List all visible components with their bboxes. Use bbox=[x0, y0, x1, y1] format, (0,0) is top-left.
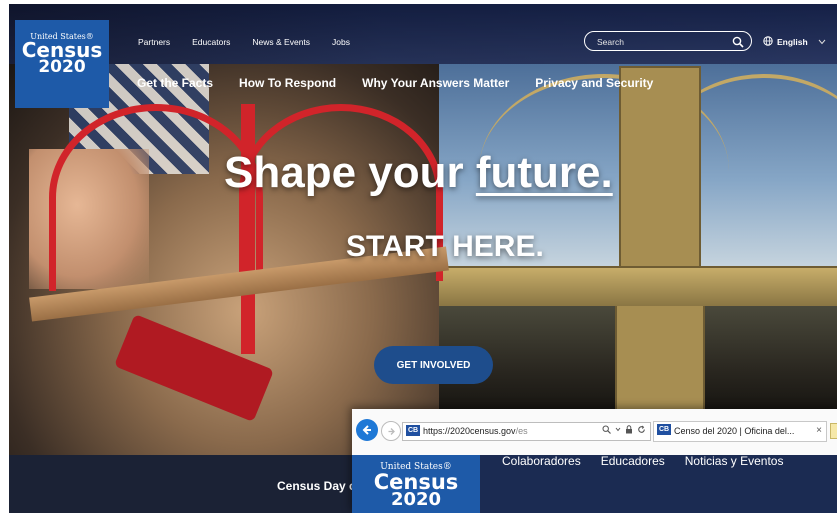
tab-favicon: CB bbox=[657, 424, 671, 435]
utility-link-partners[interactable]: Partners bbox=[138, 37, 170, 47]
utility-nav: Partners Educators News & Events Jobs bbox=[138, 37, 350, 47]
nav-how-to-respond[interactable]: How To Respond bbox=[239, 76, 336, 90]
site-favicon: CB bbox=[406, 425, 420, 436]
browser-toolbar: CB https://2020census.gov/es CB Censo de… bbox=[352, 409, 837, 456]
census-logo[interactable]: United States® Census 2020 bbox=[15, 20, 109, 108]
get-involved-button[interactable]: GET INVOLVED bbox=[374, 346, 493, 384]
bridge-deck bbox=[439, 266, 837, 306]
toy-bridge-tower bbox=[241, 104, 255, 354]
address-bar[interactable]: CB https://2020census.gov/es bbox=[402, 422, 651, 441]
chevron-down-icon bbox=[818, 37, 826, 47]
refresh-icon[interactable] bbox=[637, 425, 646, 436]
browser-tab[interactable]: CB Censo del 2020 | Oficina del... × bbox=[653, 421, 827, 442]
screenshot-stage: United States® Census 2020 Partners Educ… bbox=[0, 0, 837, 513]
globe-icon bbox=[763, 36, 773, 48]
back-arrow-icon bbox=[362, 425, 371, 435]
language-selector[interactable]: English bbox=[763, 36, 826, 48]
nav-why-answers-matter[interactable]: Why Your Answers Matter bbox=[362, 76, 509, 90]
search-box[interactable] bbox=[584, 31, 752, 51]
utility-link-educators[interactable]: Educators bbox=[192, 37, 230, 47]
headline-prefix: Shape your bbox=[224, 148, 464, 197]
headline-emphasis: future. bbox=[475, 148, 613, 197]
census-day-text: Census Day co bbox=[277, 479, 364, 493]
bridge-tower bbox=[619, 66, 701, 270]
chevron-down-icon[interactable] bbox=[615, 425, 621, 436]
search-icon[interactable] bbox=[602, 425, 611, 436]
nav-colaboradores[interactable]: Colaboradores bbox=[502, 454, 581, 468]
utility-link-jobs[interactable]: Jobs bbox=[332, 37, 350, 47]
hero-subheadline: START HERE. bbox=[346, 230, 544, 263]
census-logo-es[interactable]: United States® Census 2020 bbox=[352, 455, 480, 513]
address-host: https://2020census.gov bbox=[423, 426, 516, 436]
back-button[interactable] bbox=[356, 419, 378, 441]
address-url[interactable]: https://2020census.gov/es bbox=[423, 426, 528, 436]
address-path: /es bbox=[515, 426, 528, 436]
nav-get-the-facts[interactable]: Get the Facts bbox=[137, 76, 213, 90]
tab-title: Censo del 2020 | Oficina del... bbox=[674, 426, 795, 436]
close-icon[interactable]: × bbox=[816, 425, 822, 436]
hero-headline: Shape your future. bbox=[224, 148, 613, 198]
browser-window: CB https://2020census.gov/es CB Censo de… bbox=[352, 409, 837, 513]
search-input[interactable] bbox=[595, 34, 729, 50]
nav-noticias-eventos[interactable]: Noticias y Eventos bbox=[685, 454, 784, 468]
utility-link-news-events[interactable]: News & Events bbox=[252, 37, 310, 47]
bridge-tower bbox=[615, 304, 705, 418]
nav-privacy-security[interactable]: Privacy and Security bbox=[535, 76, 653, 90]
logo-line3: 2020 bbox=[390, 489, 442, 510]
lock-icon[interactable] bbox=[625, 425, 633, 436]
new-tab-button[interactable] bbox=[830, 423, 837, 439]
main-nav: Get the Facts How To Respond Why Your An… bbox=[137, 76, 653, 90]
search-icon[interactable] bbox=[732, 35, 744, 53]
forward-arrow-icon bbox=[388, 427, 395, 435]
nav-educadores[interactable]: Educadores bbox=[601, 454, 665, 468]
language-label: English bbox=[777, 37, 808, 47]
forward-button[interactable] bbox=[381, 421, 401, 441]
spanish-nav: Colaboradores Educadores Noticias y Even… bbox=[502, 454, 783, 468]
address-bar-icons bbox=[602, 425, 646, 436]
